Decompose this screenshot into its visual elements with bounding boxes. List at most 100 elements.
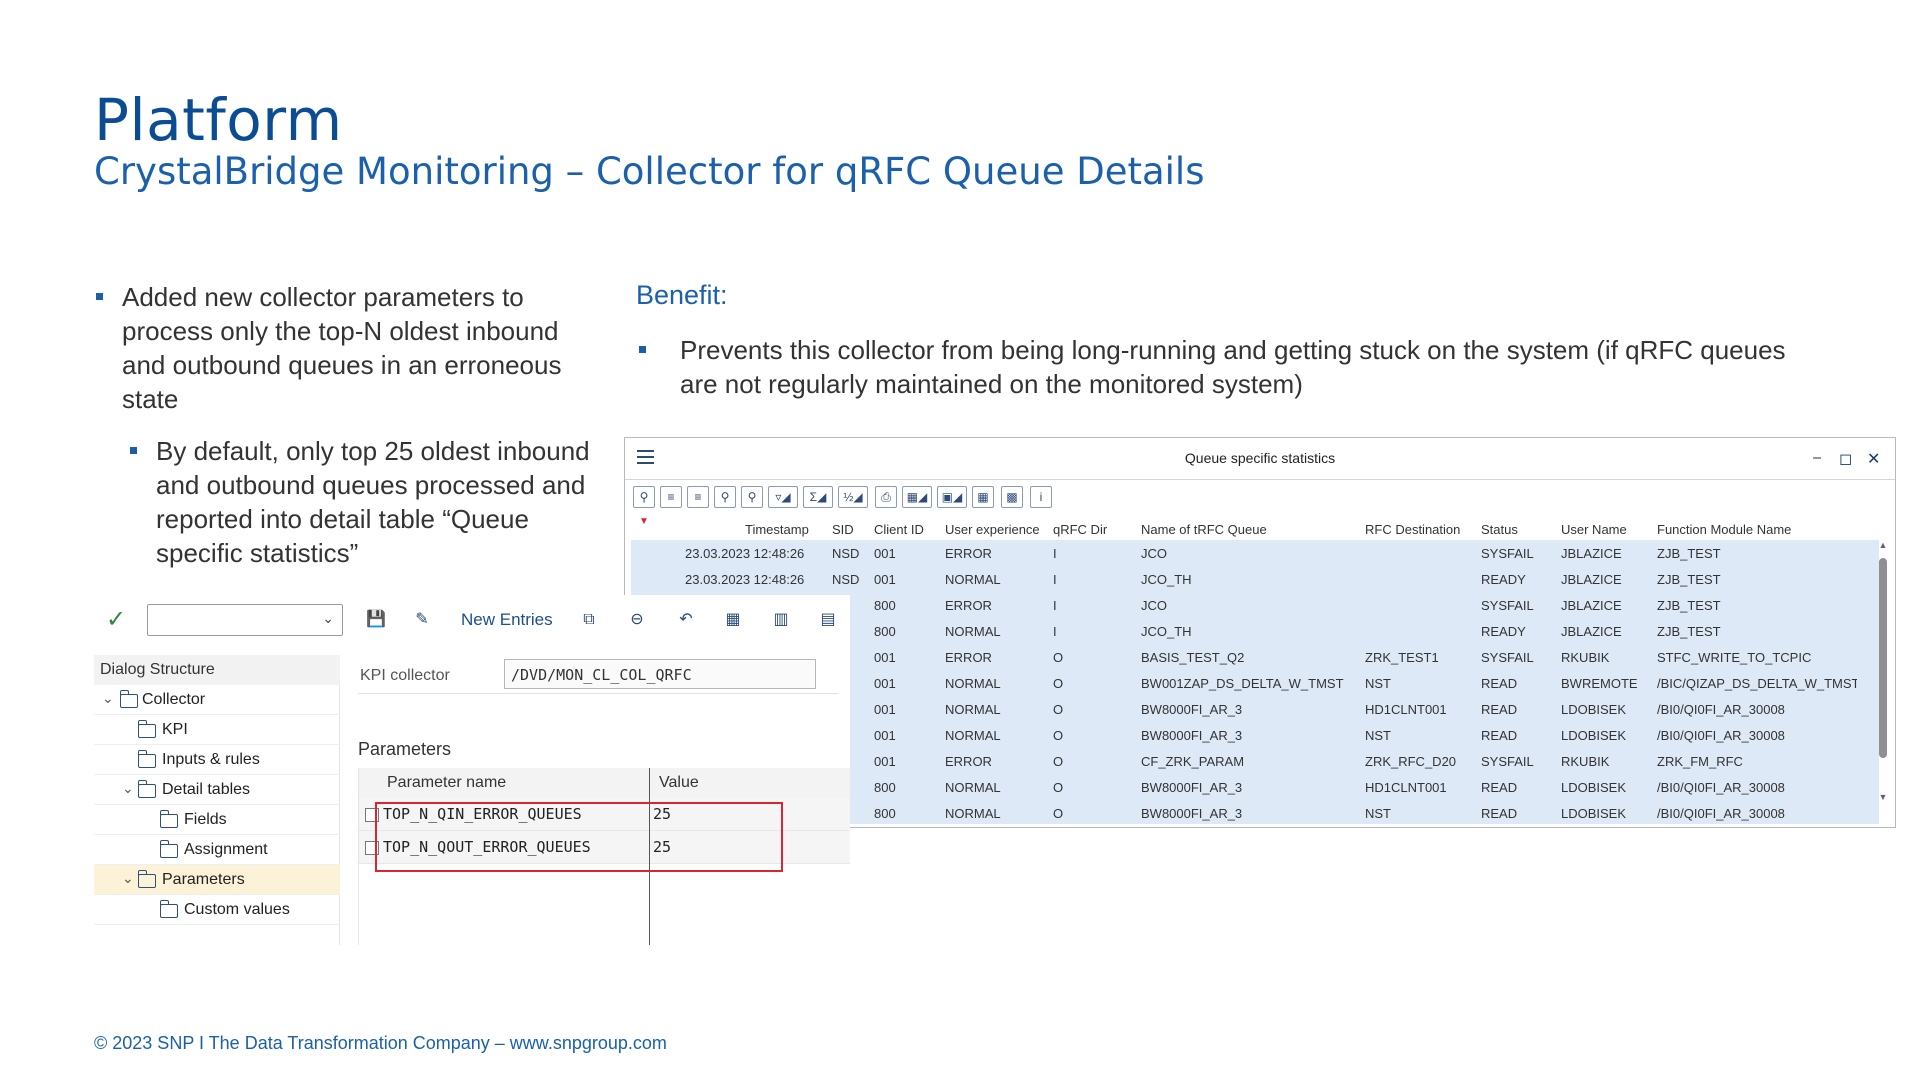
- table-cell[interactable]: BW8000FI_AR_3: [1141, 780, 1361, 795]
- table-cell[interactable]: 001: [874, 728, 934, 743]
- print-icon[interactable]: ⎙: [875, 486, 897, 508]
- layout-icon[interactable]: ▦: [972, 486, 994, 508]
- table-cell[interactable]: JCO_TH: [1141, 624, 1361, 639]
- col-function-module[interactable]: Function Module Name: [1657, 522, 1791, 537]
- table-cell[interactable]: /BIC/QIZAP_DS_DELTA_W_TMST: [1657, 676, 1857, 691]
- delete-icon[interactable]: ⊖: [626, 609, 648, 631]
- tree-node-kpi[interactable]: KPI: [94, 715, 340, 745]
- minimize-icon[interactable]: ⎯: [1813, 449, 1821, 467]
- table-cell[interactable]: READ: [1481, 728, 1557, 743]
- table-cell[interactable]: ERROR: [945, 754, 1045, 769]
- tree-node-parameters[interactable]: ⌄ Parameters: [94, 865, 340, 895]
- tree-node-custom-values[interactable]: Custom values: [94, 895, 340, 925]
- info-icon[interactable]: i: [1030, 486, 1052, 508]
- graphic-icon[interactable]: ▩: [1001, 486, 1023, 508]
- table-cell[interactable]: ZRK_FM_RFC: [1657, 754, 1857, 769]
- table-cell[interactable]: NST: [1365, 806, 1475, 821]
- table-cell[interactable]: 800: [874, 624, 934, 639]
- table-cell[interactable]: JBLAZICE: [1561, 546, 1653, 561]
- table-cell[interactable]: JBLAZICE: [1561, 572, 1653, 587]
- table-cell[interactable]: JCO: [1141, 546, 1361, 561]
- table-cell[interactable]: /BI0/QI0FI_AR_30008: [1657, 806, 1857, 821]
- deselect-all-icon[interactable]: ▤: [817, 609, 839, 631]
- table-cell[interactable]: SYSFAIL: [1481, 754, 1557, 769]
- chevron-down-icon[interactable]: ⌄: [122, 870, 134, 887]
- table-cell[interactable]: BW8000FI_AR_3: [1141, 806, 1361, 821]
- table-cell[interactable]: NSD: [832, 572, 872, 587]
- total-icon[interactable]: Σ◢: [803, 486, 833, 508]
- vertical-scrollbar[interactable]: ▲ ▼: [1877, 540, 1889, 810]
- table-cell[interactable]: 001: [874, 754, 934, 769]
- chevron-down-icon[interactable]: ⌄: [322, 610, 334, 627]
- table-cell[interactable]: HD1CLNT001: [1365, 780, 1475, 795]
- col-timestamp[interactable]: Timestamp: [745, 522, 809, 537]
- table-cell[interactable]: /BI0/QI0FI_AR_30008: [1657, 780, 1857, 795]
- filter-icon[interactable]: ▿◢: [768, 486, 798, 508]
- table-cell[interactable]: NORMAL: [945, 780, 1045, 795]
- table-cell[interactable]: HD1CLNT001: [1365, 702, 1475, 717]
- subtotal-icon[interactable]: ½◢: [838, 486, 868, 508]
- table-cell[interactable]: I: [1053, 572, 1133, 587]
- scroll-down-icon[interactable]: ▼: [1877, 792, 1889, 802]
- table-cell[interactable]: O: [1053, 806, 1133, 821]
- table-cell[interactable]: I: [1053, 624, 1133, 639]
- col-user-experience[interactable]: User experience: [945, 522, 1040, 537]
- table-cell[interactable]: READ: [1481, 676, 1557, 691]
- table-cell[interactable]: 001: [874, 546, 934, 561]
- table-cell[interactable]: /BI0/QI0FI_AR_30008: [1657, 728, 1857, 743]
- change-icon[interactable]: ✎: [411, 609, 433, 631]
- table-cell[interactable]: NORMAL: [945, 702, 1045, 717]
- table-cell[interactable]: CF_ZRK_PARAM: [1141, 754, 1361, 769]
- table-cell[interactable]: BW8000FI_AR_3: [1141, 728, 1361, 743]
- table-cell[interactable]: BW001ZAP_DS_DELTA_W_TMST: [1141, 676, 1361, 691]
- table-cell[interactable]: I: [1053, 598, 1133, 613]
- table-cell[interactable]: O: [1053, 728, 1133, 743]
- table-cell[interactable]: O: [1053, 650, 1133, 665]
- save-icon[interactable]: 💾: [365, 609, 387, 631]
- sort-descending-icon[interactable]: ≡: [687, 486, 709, 508]
- table-cell[interactable]: ZRK_TEST1: [1365, 650, 1475, 665]
- table-cell[interactable]: ERROR: [945, 650, 1045, 665]
- col-parameter-name[interactable]: Parameter name: [387, 774, 506, 792]
- select-all-icon[interactable]: ▦: [722, 609, 744, 631]
- table-cell[interactable]: NST: [1365, 676, 1475, 691]
- sort-ascending-icon[interactable]: ≡: [660, 486, 682, 508]
- table-cell[interactable]: 23.03.2023 12:48:26: [685, 546, 825, 561]
- table-cell[interactable]: NST: [1365, 728, 1475, 743]
- table-cell[interactable]: SYSFAIL: [1481, 546, 1557, 561]
- table-cell[interactable]: LDOBISEK: [1561, 728, 1653, 743]
- table-cell[interactable]: O: [1053, 676, 1133, 691]
- table-cell[interactable]: RKUBIK: [1561, 650, 1653, 665]
- table-cell[interactable]: SYSFAIL: [1481, 650, 1557, 665]
- chevron-down-icon[interactable]: ⌄: [122, 780, 134, 797]
- table-cell[interactable]: ERROR: [945, 598, 1045, 613]
- table-cell[interactable]: NORMAL: [945, 728, 1045, 743]
- scroll-up-icon[interactable]: ▲: [1877, 540, 1889, 550]
- table-cell[interactable]: ZJB_TEST: [1657, 546, 1857, 561]
- table-cell[interactable]: READ: [1481, 806, 1557, 821]
- table-cell[interactable]: SYSFAIL: [1481, 598, 1557, 613]
- table-cell[interactable]: NORMAL: [945, 624, 1045, 639]
- col-user-name[interactable]: User Name: [1561, 522, 1627, 537]
- table-cell[interactable]: 23.03.2023 12:48:26: [685, 572, 825, 587]
- table-cell[interactable]: BWREMOTE: [1561, 676, 1653, 691]
- table-row[interactable]: 23.03.2023 12:48:26 NSD 001 NORMAL I JCO_TH RE…: [631, 566, 1879, 592]
- table-cell[interactable]: 001: [874, 572, 934, 587]
- table-cell[interactable]: I: [1053, 546, 1133, 561]
- table-cell[interactable]: NSD: [832, 546, 872, 561]
- table-row[interactable]: 23.03.2023 12:48:26 NSD 001 ERROR I JCO SYSFAI…: [631, 540, 1879, 566]
- table-cell[interactable]: O: [1053, 702, 1133, 717]
- table-cell[interactable]: STFC_WRITE_TO_TCPIC: [1657, 650, 1857, 665]
- table-cell[interactable]: READ: [1481, 702, 1557, 717]
- table-cell[interactable]: JBLAZICE: [1561, 624, 1653, 639]
- col-client-id[interactable]: Client ID: [874, 522, 924, 537]
- table-cell[interactable]: 001: [874, 650, 934, 665]
- table-cell[interactable]: READY: [1481, 624, 1557, 639]
- details-icon[interactable]: ⚲: [633, 486, 655, 508]
- tree-node-inputs-rules[interactable]: Inputs & rules: [94, 745, 340, 775]
- find-icon[interactable]: ⚲: [714, 486, 736, 508]
- tree-node-detail-tables[interactable]: ⌄ Detail tables: [94, 775, 340, 805]
- table-cell[interactable]: LDOBISEK: [1561, 806, 1653, 821]
- new-entries-button[interactable]: New Entries: [461, 610, 553, 630]
- table-cell[interactable]: NORMAL: [945, 572, 1045, 587]
